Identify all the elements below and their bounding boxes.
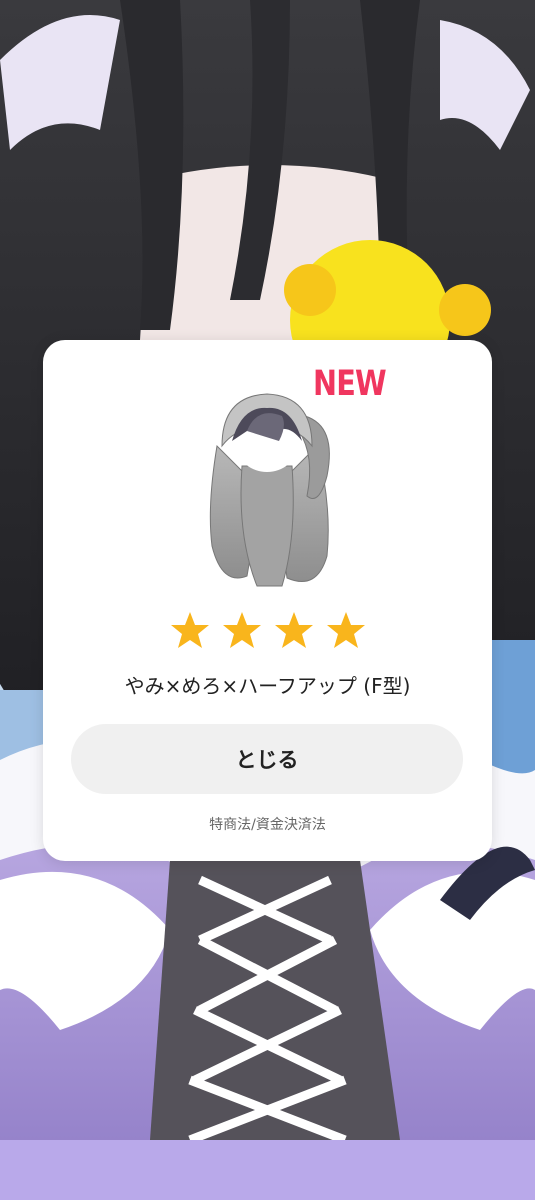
star-icon — [170, 612, 209, 648]
rarity-stars — [43, 610, 492, 650]
star-icon — [274, 612, 313, 648]
star-icon — [326, 612, 365, 648]
item-obtained-dialog: NEW やみ×めろ×ハーフアップ (F型) とじる 特商法/資金決済法 — [43, 340, 492, 861]
hair-item-icon — [209, 393, 330, 587]
close-button[interactable]: とじる — [71, 724, 463, 794]
legal-notice-link[interactable]: 特商法/資金決済法 — [43, 814, 492, 834]
item-name: やみ×めろ×ハーフアップ (F型) — [124, 674, 411, 698]
star-icon — [222, 612, 261, 648]
